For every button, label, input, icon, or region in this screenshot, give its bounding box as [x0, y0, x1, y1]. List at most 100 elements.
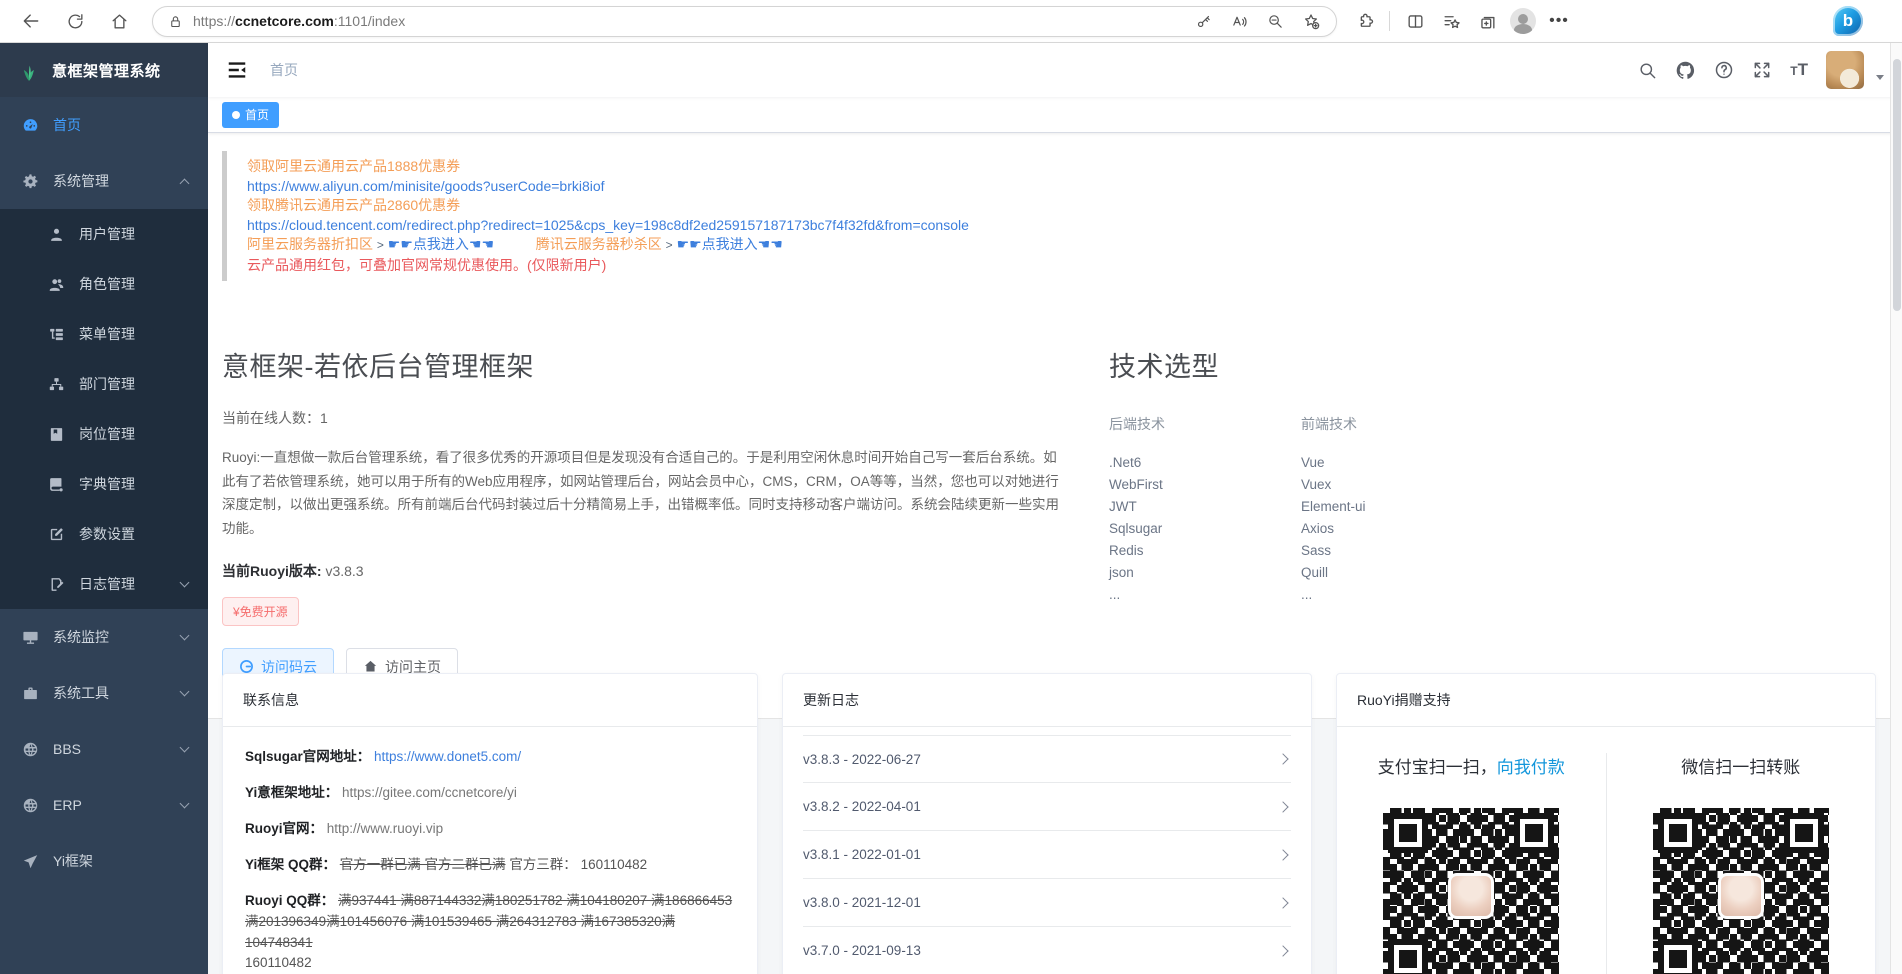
- changelog-item[interactable]: v3.8.2 - 2022-04-01: [803, 783, 1291, 831]
- announcement-note: 云产品通用红包，可叠加官网常规优惠使用。(仅限新用户): [247, 256, 1878, 276]
- sidebar-toggle-icon[interactable]: [226, 59, 248, 81]
- read-aloud-icon[interactable]: [1222, 4, 1256, 38]
- intro-description: Ruoyi:一直想做一款后台管理系统，看了很多优秀的开源项目但是发现没有合适自己…: [222, 446, 1067, 541]
- app-navbar: 首页 TT: [208, 43, 1902, 97]
- arrow-glyph: >: [666, 238, 673, 252]
- avatar-caret-icon[interactable]: [1876, 75, 1884, 80]
- log-icon: [48, 576, 65, 593]
- chevron-right-icon: [1277, 945, 1288, 956]
- alipay-donate-column: 支付宝扫一扫，向我付款: [1337, 753, 1606, 974]
- tech-item: Quill: [1301, 562, 1493, 584]
- screen: https://ccnetcore.com:1101/index ••• b: [0, 0, 1902, 974]
- sidebar-item-system-monitor[interactable]: 系统监控: [0, 609, 208, 665]
- url-text: https://ccnetcore.com:1101/index: [193, 13, 1186, 29]
- copilot-bing-icon[interactable]: b: [1833, 6, 1863, 36]
- address-bar[interactable]: https://ccnetcore.com:1101/index: [152, 6, 1337, 37]
- contact-row: Sqlsugar官网地址： https://www.donet5.com/: [245, 747, 735, 768]
- changelog-item[interactable]: v3.8.1 - 2022-01-01: [803, 831, 1291, 879]
- split-screen-icon[interactable]: [1398, 4, 1432, 38]
- chevron-right-icon: [1277, 801, 1288, 812]
- contact-row-qq-ruoyi: Ruoyi QQ群： 满937441 满887144332满180251782 …: [245, 891, 735, 974]
- help-icon[interactable]: [1714, 60, 1734, 80]
- backend-tech: 后端技术 .Net6 WebFirst JWT Sqlsugar Redis j…: [1109, 414, 1301, 606]
- promo-line: 阿里云服务器折扣区 > ☛☛点我进入☚☚ 腾讯云服务器秒杀区 > ☛☛点我进入☚…: [247, 235, 1878, 256]
- qr-center-photo: [1718, 873, 1764, 919]
- chevron-right-icon: [1277, 897, 1288, 908]
- fullscreen-icon[interactable]: [1752, 60, 1772, 80]
- backend-label: 后端技术: [1109, 414, 1301, 434]
- sidebar-item-label: Yi框架: [53, 851, 93, 871]
- sidebar-item-dept-management[interactable]: 部门管理: [0, 359, 208, 409]
- password-key-icon[interactable]: [1186, 4, 1220, 38]
- tech-item: Sass: [1301, 540, 1493, 562]
- tab-home[interactable]: 首页: [222, 102, 279, 128]
- font-size-icon[interactable]: TT: [1790, 60, 1808, 80]
- arrow-glyph: >: [377, 238, 384, 252]
- gitee-icon: [239, 659, 254, 674]
- user-avatar[interactable]: [1826, 51, 1864, 89]
- card-title: RuoYi捐赠支持: [1337, 674, 1875, 727]
- github-icon[interactable]: [1675, 60, 1696, 81]
- breadcrumb[interactable]: 首页: [270, 60, 298, 80]
- user-icon: [48, 226, 65, 243]
- sidebar-item-user-management[interactable]: 用户管理: [0, 209, 208, 259]
- favorites-icon[interactable]: [1434, 4, 1468, 38]
- sidebar-item-home[interactable]: 首页: [0, 97, 208, 153]
- lock-icon: [165, 4, 185, 38]
- contact-row: Ruoyi官网： http://www.ruoyi.vip: [245, 819, 735, 840]
- chevron-down-icon: [180, 742, 190, 752]
- wechat-donate-title: 微信扫一扫转账: [1681, 753, 1800, 778]
- tencent-link[interactable]: https://cloud.tencent.com/redirect.php?r…: [247, 217, 969, 233]
- globe-icon: [22, 797, 39, 814]
- pay-me-link[interactable]: 向我付款: [1497, 758, 1565, 777]
- sidebar-item-param-settings[interactable]: 参数设置: [0, 509, 208, 559]
- sidebar-item-menu-management[interactable]: 菜单管理: [0, 309, 208, 359]
- tech-item: .Net6: [1109, 452, 1301, 474]
- aliyun-link[interactable]: https://www.aliyun.com/minisite/goods?us…: [247, 178, 605, 194]
- frontend-tech: 前端技术 Vue Vuex Element-ui Axios Sass Quil…: [1301, 414, 1493, 606]
- cards-row: 联系信息 Sqlsugar官网地址： https://www.donet5.co…: [208, 673, 1902, 974]
- qr-center-photo: [1448, 873, 1494, 919]
- extension-icon[interactable]: [1347, 4, 1381, 38]
- search-icon[interactable]: [1638, 61, 1657, 80]
- sidebar-item-system-tools[interactable]: 系统工具: [0, 665, 208, 721]
- collections-icon[interactable]: [1470, 4, 1504, 38]
- sidebar-item-role-management[interactable]: 角色管理: [0, 259, 208, 309]
- changelog-item[interactable]: v3.8.0 - 2021-12-01: [803, 879, 1291, 927]
- page-scrollbar[interactable]: [1890, 43, 1902, 974]
- users-icon: [48, 276, 65, 293]
- sidebar-item-post-management[interactable]: 岗位管理: [0, 409, 208, 459]
- announcement-block: 领取阿里云通用云产品1888优惠券 https://www.aliyun.com…: [222, 151, 1878, 281]
- contact-row-qq-yi: Yi框架 QQ群： 官方一群已满 官方二群已满 官方三群： 160110482: [245, 855, 735, 876]
- changelog-item[interactable]: v3.7.0 - 2021-09-13: [803, 927, 1291, 974]
- favorite-add-icon[interactable]: [1294, 4, 1328, 38]
- sidebar-item-system-management[interactable]: 系统管理: [0, 153, 208, 209]
- qr-finder-icon: [1514, 813, 1554, 853]
- monitor-icon: [22, 629, 39, 646]
- changelog-item[interactable]: v3.8.3 - 2022-06-27: [803, 735, 1291, 783]
- sidebar-item-dict-management[interactable]: 字典管理: [0, 459, 208, 509]
- announcement-line: 领取腾讯云通用云产品2860优惠券: [247, 196, 1878, 216]
- settings-more-icon[interactable]: •••: [1542, 4, 1576, 38]
- sidebar: 意框架管理系统 首页 系统管理 用户管理 角色管理 菜单管理: [0, 43, 208, 974]
- back-icon[interactable]: [14, 4, 48, 38]
- frontend-label: 前端技术: [1301, 414, 1493, 434]
- qr-finder-icon: [1388, 939, 1428, 974]
- sidebar-item-erp[interactable]: ERP: [0, 777, 208, 833]
- donet5-link[interactable]: https://www.donet5.com/: [374, 749, 521, 764]
- refresh-icon[interactable]: [58, 4, 92, 38]
- click-enter-link[interactable]: ☛☛点我进入☚☚: [388, 236, 494, 252]
- tech-item: json: [1109, 562, 1301, 584]
- sidebar-item-log-management[interactable]: 日志管理: [0, 559, 208, 609]
- sidebar-item-label: 日志管理: [79, 574, 135, 594]
- click-enter-link[interactable]: ☛☛点我进入☚☚: [677, 236, 783, 252]
- home-icon[interactable]: [102, 4, 136, 38]
- alipay-donate-title: 支付宝扫一扫，向我付款: [1378, 753, 1565, 778]
- scrollbar-thumb[interactable]: [1893, 59, 1901, 311]
- sidebar-item-bbs[interactable]: BBS: [0, 721, 208, 777]
- sidebar-item-yi-framework[interactable]: Yi框架: [0, 833, 208, 889]
- sidebar-item-label: 部门管理: [79, 374, 135, 394]
- profile-avatar[interactable]: [1506, 4, 1540, 38]
- zoom-out-icon[interactable]: [1258, 4, 1292, 38]
- qr-finder-icon: [1658, 813, 1698, 853]
